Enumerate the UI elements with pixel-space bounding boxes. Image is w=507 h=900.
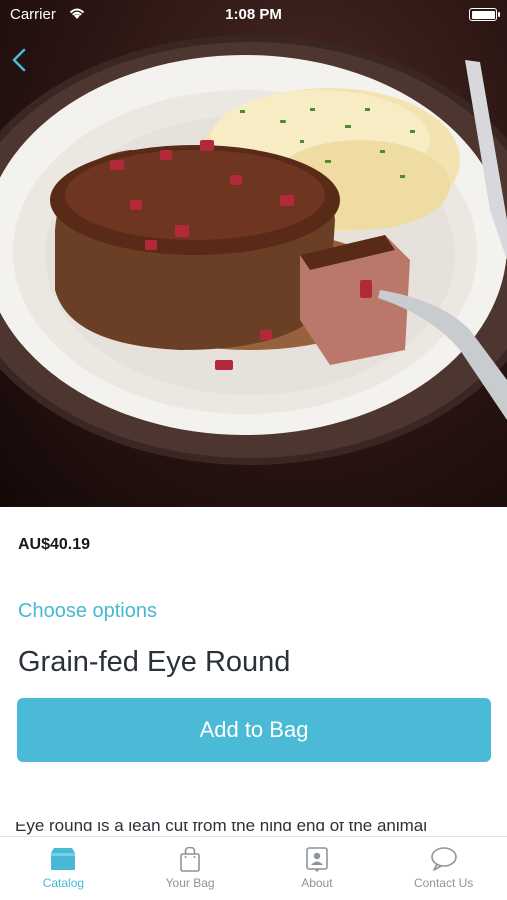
bag-icon <box>180 846 200 872</box>
tab-bar: Catalog Your Bag About Contact Us <box>0 836 507 900</box>
tab-your-bag-label: Your Bag <box>165 876 215 890</box>
chevron-left-icon <box>12 48 26 72</box>
tab-contact-us[interactable]: Contact Us <box>380 837 507 900</box>
tab-about-label: About <box>301 876 333 890</box>
add-to-bag-button[interactable]: Add to Bag <box>17 698 491 762</box>
choose-options-link[interactable]: Choose options <box>18 600 157 623</box>
back-button[interactable] <box>8 44 32 76</box>
product-description: Eye round is a lean cut from the hind en… <box>15 822 495 836</box>
product-image <box>0 0 507 507</box>
steak-dish-illustration <box>0 35 507 465</box>
battery-icon <box>469 8 500 21</box>
add-to-bag-label: Add to Bag <box>199 717 309 742</box>
product-title: Grain-fed Eye Round <box>18 646 291 678</box>
tab-catalog-label: Catalog <box>42 876 85 890</box>
status-bar: Carrier 1:08 PM <box>0 0 507 30</box>
tab-your-bag[interactable]: Your Bag <box>127 837 254 900</box>
tab-catalog[interactable]: Catalog <box>0 837 127 900</box>
about-icon <box>306 847 328 872</box>
product-price: AU$40.19 <box>18 536 91 553</box>
status-time: 1:08 PM <box>225 6 282 23</box>
tab-contact-us-label: Contact Us <box>413 876 474 890</box>
tab-about[interactable]: About <box>254 837 381 900</box>
product-description-text: Eye round is a lean cut from the hind en… <box>15 822 428 835</box>
chat-icon <box>430 847 457 871</box>
catalog-icon <box>51 848 76 870</box>
